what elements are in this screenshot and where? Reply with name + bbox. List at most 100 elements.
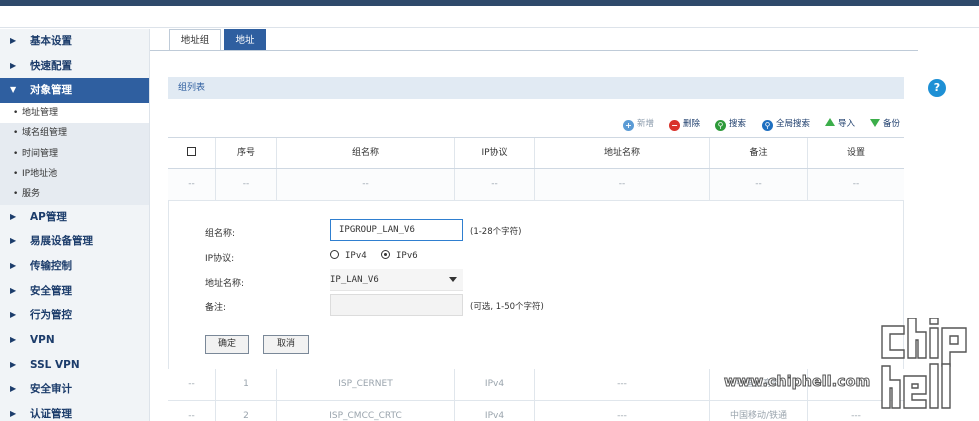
backup-button-label: 备份 [883, 119, 901, 129]
sidebar-item-ssl-vpn[interactable]: ▶ SSL VPN [0, 353, 149, 378]
table-header-row: 序号 组名称 IP协议 地址名称 备注 设置 [168, 137, 904, 169]
sidebar-item-behavior-control[interactable]: ▶ 行为管控 [0, 303, 149, 328]
sidebar-subitem-address-management[interactable]: • 地址管理 [0, 103, 149, 124]
backup-button[interactable]: 备份 [870, 117, 900, 131]
confirm-button[interactable]: 确定 [205, 335, 249, 354]
group-name-hint: (1-28个字符) [470, 227, 522, 237]
bullet-icon: • [13, 148, 19, 159]
sidebar-subitem-domain-group[interactable]: • 域名组管理 [0, 123, 149, 144]
note-label: 备注: [205, 303, 227, 313]
table-row-new: -- -- -- -- -- -- -- [168, 169, 904, 201]
radio-ipv4-label: IPv4 [345, 251, 367, 261]
table-cell: ISP_CMCC_CRTC [277, 401, 455, 421]
sidebar-item-label: 认证管理 [30, 408, 72, 421]
table-cell: -- [168, 401, 216, 421]
table-cell: -- [277, 169, 455, 200]
import-button[interactable]: 导入 [825, 117, 855, 131]
header-select-all[interactable] [168, 138, 216, 168]
chevron-right-icon: ▶ [10, 409, 17, 419]
import-button-label: 导入 [838, 119, 856, 129]
cancel-button[interactable]: 取消 [263, 335, 309, 354]
table-cell: -- [168, 169, 216, 200]
sidebar-item-label: 快速配置 [30, 59, 72, 72]
table-cell: -- [455, 169, 535, 200]
sidebar-item-basic-settings[interactable]: ▶ 基本设置 [0, 29, 149, 54]
sidebar-item-ap-management[interactable]: ▶ AP管理 [0, 205, 149, 230]
delete-button[interactable]: − 删除 [669, 117, 700, 131]
tab-address[interactable]: 地址 [224, 29, 266, 50]
radio-ipv4[interactable]: IPv4 [330, 250, 367, 261]
table-cell: IPv4 [455, 369, 535, 400]
radio-ipv6[interactable]: IPv6 [381, 250, 418, 261]
table-cell: -- [216, 169, 277, 200]
sidebar-item-security-management[interactable]: ▶ 安全管理 [0, 279, 149, 304]
global-search-button[interactable]: ⚲ 全局搜索 [762, 117, 810, 131]
sidebar-item-device-management[interactable]: ▶ 易展设备管理 [0, 229, 149, 254]
sidebar-item-quick-config[interactable]: ▶ 快速配置 [0, 54, 149, 79]
help-icon[interactable]: ? [928, 79, 946, 97]
sidebar-subitem-service[interactable]: • 服务 [0, 184, 149, 205]
search-icon: ⚲ [715, 120, 726, 131]
global-search-button-label: 全局搜索 [776, 119, 811, 129]
bullet-icon: • [13, 108, 19, 119]
tab-divider [150, 50, 918, 51]
table-cell: ISP_CERNET [277, 369, 455, 400]
sidebar-subitem-label: 时间管理 [22, 148, 59, 159]
sidebar-item-label: 基本设置 [30, 35, 72, 47]
chevron-right-icon: ▶ [10, 36, 17, 45]
search-button[interactable]: ⚲ 搜索 [715, 117, 746, 131]
header-cell: 组名称 [277, 138, 455, 168]
sidebar-item-label: VPN [30, 333, 55, 346]
radio-ipv4-button[interactable] [330, 250, 339, 259]
group-name-input[interactable]: IPGROUP_LAN_V6 [330, 219, 463, 241]
note-input[interactable] [330, 294, 463, 316]
sidebar: ▶ 基本设置 ▶ 快速配置 ▼ 对象管理 • 地址管理 • 域名组管理 • 时间管理 • IP… [0, 29, 150, 421]
sidebar-item-label: AP管理 [30, 210, 67, 223]
watermark-logo [881, 318, 967, 409]
plus-icon: + [623, 120, 634, 131]
address-name-select[interactable]: IP_LAN_V6 [330, 269, 463, 291]
sidebar-item-vpn[interactable]: ▶ VPN [0, 328, 149, 353]
sidebar-item-security-audit[interactable]: ▶ 安全审计 [0, 377, 149, 402]
minus-icon: − [669, 120, 680, 131]
add-button[interactable]: + 新增 [623, 117, 654, 131]
bullet-icon: • [13, 168, 19, 179]
header-cell: 设置 [846, 148, 865, 158]
bullet-icon: • [13, 128, 19, 139]
toolbar: + 新增 − 删除 ⚲ 搜索 ⚲ 全局搜索 导入 备份 [620, 117, 910, 131]
chevron-right-icon: ▶ [10, 260, 17, 270]
chevron-right-icon: ▶ [10, 334, 17, 344]
sidebar-item-label: 安全审计 [30, 383, 72, 396]
watermark-text: www.chiphell.com [723, 374, 871, 391]
table-cell: 中国移动/铁通 [710, 401, 808, 421]
tab-address-group[interactable]: 地址组 [169, 29, 221, 50]
sidebar-item-label: 安全管理 [30, 284, 72, 297]
sidebar-subitem-ip-pool[interactable]: • IP地址池 [0, 163, 149, 185]
table-cell: --- [535, 401, 710, 421]
table-cell: -- [710, 169, 808, 200]
sidebar-item-auth-management[interactable]: ▶ 认证管理 [0, 402, 149, 421]
delete-button-label: 删除 [683, 119, 701, 129]
sidebar-subitem-time-management[interactable]: • 时间管理 [0, 143, 149, 164]
address-name-label: 地址名称: [205, 279, 245, 289]
address-name-value: IP_LAN_V6 [330, 275, 379, 285]
chevron-right-icon: ▶ [10, 359, 17, 369]
search-icon: ⚲ [762, 120, 773, 131]
radio-ipv6-button[interactable] [381, 250, 390, 259]
table-cell: IPv4 [455, 401, 535, 421]
select-all-checkbox[interactable] [187, 147, 196, 156]
group-edit-form: 组名称: IPGROUP_LAN_V6 (1-28个字符) IP协议: IPv4… [168, 201, 904, 369]
caret-down-icon [449, 277, 457, 282]
table-cell: 2 [216, 401, 277, 421]
group-name-label: 组名称: [205, 229, 236, 239]
table-row[interactable]: -- 2 ISP_CMCC_CRTC IPv4 --- 中国移动/铁通 --- [168, 401, 904, 421]
sidebar-item-transmission-control[interactable]: ▶ 传输控制 [0, 254, 149, 279]
sidebar-item-object-management[interactable]: ▼ 对象管理 [0, 78, 149, 104]
sidebar-item-label: 对象管理 [30, 84, 72, 97]
header-cell: 备注 [710, 138, 808, 168]
ip-protocol-label: IP协议: [205, 254, 235, 264]
sidebar-subitem-label: IP地址池 [22, 168, 58, 179]
sidebar-subitem-label: 服务 [22, 189, 41, 200]
note-hint: (可选, 1-50个字符) [470, 302, 544, 312]
header-cell: IP协议 [455, 138, 535, 168]
